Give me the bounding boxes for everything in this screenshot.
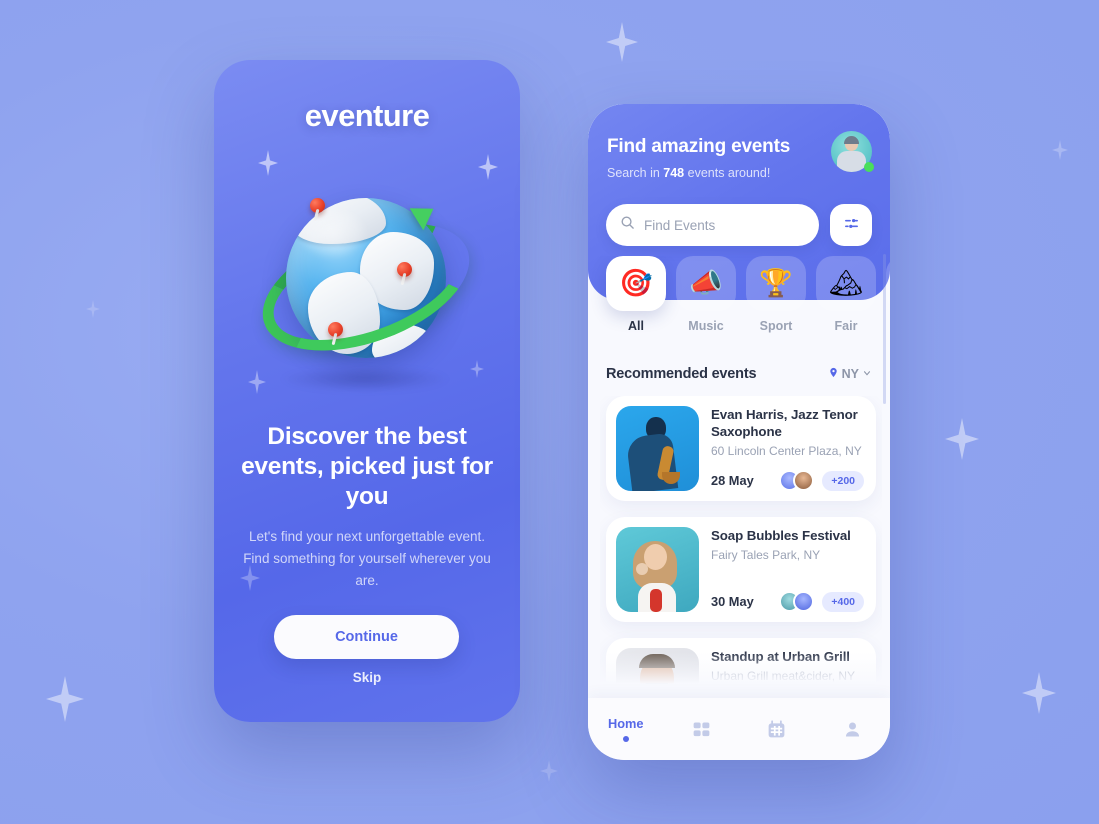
category-label: Fair (834, 319, 858, 333)
sparkle-decoration (606, 22, 638, 62)
sparkle-decoration (540, 760, 558, 782)
search-icon (620, 215, 635, 235)
category-chip-music[interactable]: 📣 Music (676, 256, 736, 333)
onboarding-screen: eventure Discover the best events, picke… (214, 60, 520, 722)
globe-shadow (280, 366, 450, 392)
photo-figure (650, 589, 662, 612)
filter-sliders-icon (843, 215, 860, 235)
event-place: 60 Lincoln Center Plaza, NY (711, 444, 862, 458)
app-home-screen: Find amazing events Search in 748 events… (588, 104, 890, 760)
event-thumbnail (616, 527, 699, 612)
nav-tab-explore[interactable] (664, 698, 740, 760)
sparkle-decoration (1022, 672, 1056, 714)
sparkle-decoration (478, 154, 498, 180)
attendee-avatars (779, 591, 815, 612)
list-item[interactable]: Evan Harris, Jazz Tenor Saxophone 60 Lin… (606, 396, 876, 501)
mountain-icon: 🏔 (816, 256, 876, 311)
target-icon: 🎯 (606, 256, 666, 311)
event-title: Evan Harris, Jazz Tenor Saxophone (711, 407, 858, 439)
event-details: Standup at Urban Grill Urban Grill meat&… (711, 648, 866, 698)
sparkle-decoration (1052, 140, 1068, 160)
attendees[interactable]: +200 (779, 470, 864, 491)
category-label: Sport (759, 319, 793, 333)
map-pin-icon (397, 262, 412, 277)
recommended-header: Recommended events NY (606, 366, 872, 382)
search-input[interactable] (644, 217, 821, 233)
map-pin-icon (310, 198, 325, 213)
online-status-badge (864, 162, 874, 172)
category-chip-all[interactable]: 🎯 All (606, 256, 666, 333)
category-chip-next-partial[interactable] (886, 256, 890, 333)
avatar-body (837, 151, 866, 172)
photo-figure (636, 563, 648, 575)
sparkle-decoration (86, 300, 100, 318)
category-chip-fair[interactable]: 🏔 Fair (816, 256, 876, 333)
list-item[interactable]: Standup at Urban Grill Urban Grill meat&… (606, 638, 876, 698)
attendee-avatars (779, 470, 815, 491)
nav-tab-profile[interactable] (815, 698, 891, 760)
sparkle-decoration (46, 676, 84, 722)
sparkle-decoration (945, 418, 979, 460)
event-footer: 30 May +400 (711, 591, 864, 612)
event-title: Soap Bubbles Festival (711, 528, 851, 543)
attendee-count: +400 (822, 591, 864, 612)
header-subtitle-prefix: Search in (607, 166, 664, 180)
globe-illustration (245, 180, 487, 400)
onboarding-headline: Discover the best events, picked just fo… (241, 423, 493, 510)
header-subtitle-suffix: events around! (684, 166, 771, 180)
page-background (0, 0, 1099, 824)
event-thumbnail (616, 406, 699, 491)
category-chip-sport[interactable]: 🏆 Sport (746, 256, 806, 333)
avatar (793, 470, 815, 491)
attendee-count: +200 (822, 470, 864, 491)
header-title: Find amazing events (607, 136, 791, 157)
skip-button[interactable]: Skip (214, 670, 520, 685)
megaphone-icon: 📣 (676, 256, 736, 311)
location-label: NY (841, 367, 859, 381)
event-thumbnail (616, 648, 699, 698)
chevron-down-icon (862, 367, 872, 381)
filter-button[interactable] (830, 204, 872, 246)
sparkle-decoration (258, 150, 278, 176)
continue-button[interactable]: Continue (274, 615, 459, 659)
scrollbar[interactable] (883, 254, 886, 404)
person-icon (842, 719, 863, 740)
onboarding-subtext: Let's find your next unforgettable event… (243, 529, 491, 588)
nav-label: Home (607, 716, 644, 731)
event-title: Standup at Urban Grill (711, 649, 850, 664)
avatar-hair (844, 136, 859, 144)
photo-figure (639, 654, 675, 668)
category-filter-row[interactable]: 🎯 All 📣 Music 🏆 Sport 🏔 Fair (588, 256, 890, 333)
location-selector[interactable]: NY (828, 366, 872, 382)
section-title: Recommended events (606, 366, 757, 382)
category-icon-partial (886, 256, 890, 311)
list-item[interactable]: Soap Bubbles Festival Fairy Tales Park, … (606, 517, 876, 622)
events-count: 748 (663, 166, 685, 180)
map-pin-icon (328, 322, 343, 337)
events-list[interactable]: Evan Harris, Jazz Tenor Saxophone 60 Lin… (600, 396, 882, 698)
event-details: Soap Bubbles Festival Fairy Tales Park, … (711, 527, 866, 612)
calendar-icon (766, 719, 787, 740)
active-indicator-dot (622, 736, 629, 742)
event-place: Urban Grill meat&cider, NY (711, 669, 856, 683)
event-details: Evan Harris, Jazz Tenor Saxophone 60 Lin… (711, 406, 866, 491)
search-bar[interactable] (606, 204, 843, 246)
trophy-icon: 🏆 (746, 256, 806, 311)
avatar (793, 591, 815, 612)
app-brand-title: eventure (304, 98, 430, 133)
category-label: All (628, 319, 644, 333)
map-pin-icon (828, 366, 839, 382)
event-date: 30 May (711, 594, 754, 609)
attendees[interactable]: +400 (779, 591, 864, 612)
category-label: Music (688, 319, 724, 333)
bottom-navigation[interactable]: Home (588, 698, 890, 760)
event-footer: 28 May +200 (711, 470, 864, 491)
nav-tab-home[interactable]: Home (588, 698, 664, 760)
event-place: Fairy Tales Park, NY (711, 548, 821, 562)
event-date: 28 May (711, 473, 754, 488)
grid-icon (691, 719, 712, 740)
nav-tab-calendar[interactable] (739, 698, 815, 760)
header-subtitle: Search in 748 events around! (607, 166, 770, 180)
